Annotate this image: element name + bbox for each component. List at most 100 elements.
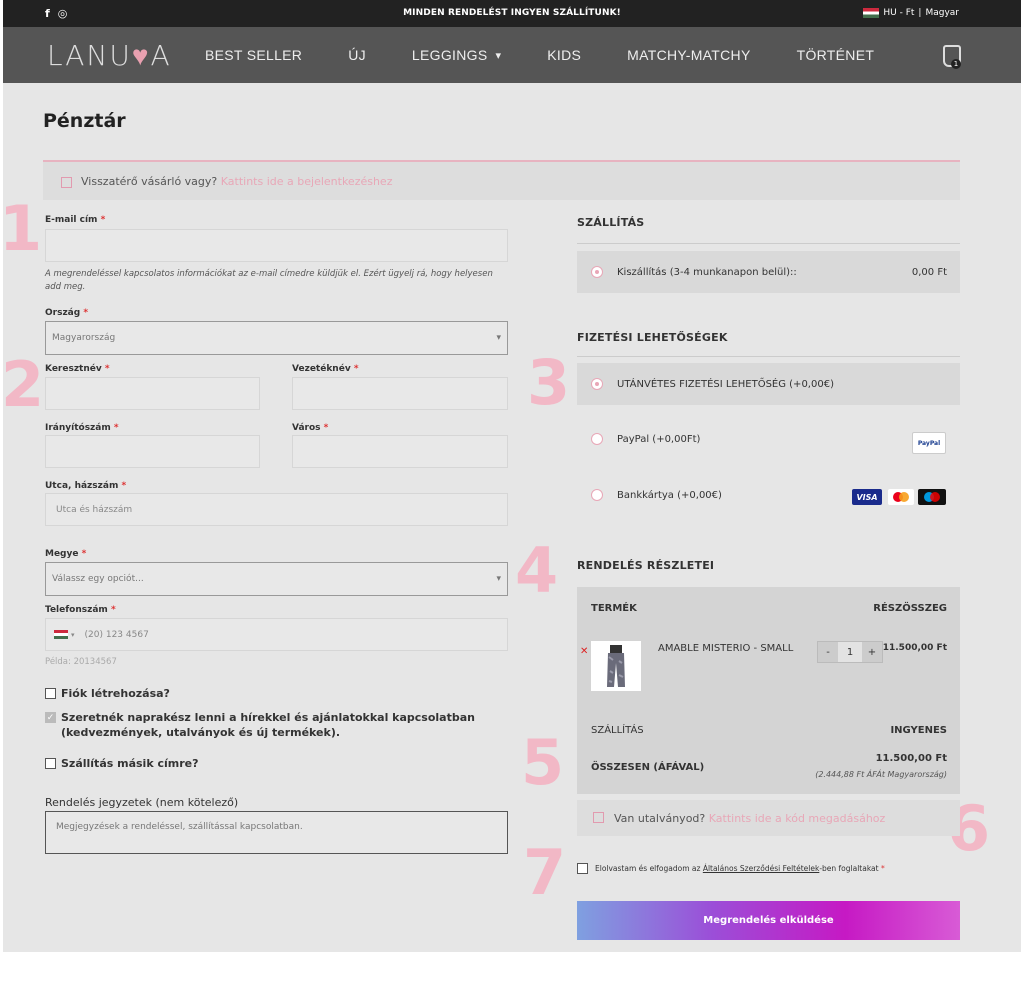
country-label-text: Ország — [45, 308, 81, 318]
product-name[interactable]: AMABLE MISTERIO - SMALL — [658, 643, 793, 654]
required-mark: * — [323, 423, 329, 433]
chevron-down-icon[interactable]: ▾ — [71, 631, 75, 639]
voucher-link[interactable]: Kattints ide a kód megadásához — [709, 812, 886, 825]
notes-label: Rendelés jegyzetek (nem kötelező) — [45, 796, 239, 809]
payment-radio-cod[interactable] — [591, 378, 603, 390]
payment-radio-paypal[interactable] — [591, 433, 603, 445]
nav-item-matchy[interactable]: MATCHY-MATCHY — [627, 47, 750, 63]
qty-value[interactable]: 1 — [838, 642, 862, 662]
county-label-text: Megye — [45, 549, 79, 559]
first-name-field[interactable] — [45, 377, 260, 410]
step-number-4: 4 — [515, 534, 559, 607]
tax-note: (2.444,88 Ft ÁFÁt Magyarország) — [815, 770, 947, 779]
create-account-label: Fiók létrehozása? — [61, 687, 170, 700]
payment-option-paypal-label[interactable]: PayPal (+0,00Ft) — [617, 434, 700, 445]
zip-label-text: Irányítószám — [45, 423, 111, 433]
required-mark: * — [104, 364, 110, 374]
calendar-icon — [61, 177, 72, 188]
product-price: 11.500,00 Ft — [882, 643, 947, 653]
logo[interactable]: LANU♥A — [47, 39, 172, 72]
zip-label: Irányítószám * — [45, 423, 119, 433]
nav-item-new[interactable]: ÚJ — [348, 47, 366, 63]
order-heading: RENDELÉS RÉSZLETEI — [577, 559, 715, 572]
total-value: 11.500,00 Ft — [875, 753, 947, 764]
first-name-label-text: Keresztnév — [45, 364, 102, 374]
hungary-flag-icon[interactable] — [54, 630, 68, 639]
required-mark: * — [880, 864, 885, 873]
subtotal-column-header: RÉSZÖSSZEG — [873, 603, 947, 614]
shipping-heading: SZÁLLÍTÁS — [577, 216, 645, 229]
currency-language: HU - Ft — [883, 8, 915, 18]
shipping-summary-value: INGYENES — [890, 725, 947, 736]
terms-link[interactable]: Általános Szerződési Feltételek — [703, 864, 820, 873]
shipping-option[interactable]: Kiszállítás (3-4 munkanapon belül):: 0,0… — [577, 251, 960, 293]
shipping-summary-label: SZÁLLÍTÁS — [591, 725, 644, 736]
order-notes-textarea[interactable]: Megjegyzések a rendeléssel, szállítással… — [45, 811, 508, 854]
newsletter-checkbox[interactable]: ✓ — [45, 712, 56, 723]
nav-item-best-seller[interactable]: BEST SELLER — [205, 47, 302, 63]
divider — [577, 356, 960, 357]
qty-minus-button[interactable]: - — [818, 642, 838, 662]
city-label-text: Város — [292, 423, 321, 433]
nav-item-kids[interactable]: KIDS — [547, 47, 581, 63]
county-select[interactable]: Válassz egy opciót... — [45, 562, 508, 596]
email-hint: A megrendeléssel kapcsolatos információk… — [45, 269, 493, 292]
phone-label-text: Telefonszám — [45, 605, 108, 615]
step-number-3: 3 — [527, 346, 571, 419]
country-select[interactable]: Magyarország — [45, 321, 508, 355]
page-frame: f ◎ MINDEN RENDELÉST INGYEN SZÁLLÍTUNK! … — [0, 0, 1021, 952]
payment-option-cod-label: UTÁNVÉTES FIZETÉSI LEHETŐSÉG (+0,00€) — [617, 378, 834, 390]
required-mark: * — [110, 605, 116, 615]
terms-option[interactable]: Elolvastam és elfogadom az Általános Sze… — [577, 863, 885, 874]
create-account-checkbox[interactable] — [45, 688, 56, 699]
newsletter-option[interactable]: ✓ Szeretnék naprakész lenni a hírekkel és… — [45, 710, 505, 740]
create-account-option[interactable]: Fiók létrehozása? — [45, 686, 170, 701]
nav-item-story[interactable]: TÖRTÉNET — [797, 47, 875, 63]
product-thumbnail[interactable] — [591, 641, 641, 691]
email-field[interactable] — [45, 229, 508, 262]
city-field[interactable] — [292, 435, 508, 468]
cart-count: 1 — [951, 59, 961, 69]
remove-item-icon[interactable]: ✕ — [580, 646, 588, 657]
ship-other-option[interactable]: Szállítás másik címre? — [45, 756, 198, 771]
phone-label: Telefonszám * — [45, 605, 116, 615]
phone-example: Példa: 20134567 — [45, 657, 117, 667]
chevron-down-icon: ▾ — [495, 49, 502, 62]
shipping-radio[interactable] — [591, 266, 603, 278]
returning-text: Visszatérő vásárló vagy? — [81, 174, 218, 188]
main-nav: LANU♥A BEST SELLER ÚJ LEGGINGS ▾ KIDS MAT… — [3, 27, 1021, 83]
voucher-notice: Van utalványod? Kattints ide a kód megad… — [577, 800, 960, 836]
zip-field[interactable] — [45, 435, 260, 468]
nav-item-leggings[interactable]: LEGGINGS ▾ — [412, 47, 501, 63]
email-label: E-mail cím * — [45, 215, 105, 225]
shipping-option-label: Kiszállítás (3-4 munkanapon belül):: — [617, 266, 797, 278]
terms-checkbox[interactable] — [577, 863, 588, 874]
ship-other-checkbox[interactable] — [45, 758, 56, 769]
submit-order-button[interactable]: Megrendelés elküldése — [577, 901, 960, 940]
city-label: Város * — [292, 423, 328, 433]
payment-radio-card[interactable] — [591, 489, 603, 501]
street-field[interactable]: Utca és házszám — [45, 493, 508, 526]
language-name: Magyar — [925, 8, 959, 18]
cart-icon[interactable]: 1 — [943, 45, 961, 69]
payment-option-cod[interactable]: UTÁNVÉTES FIZETÉSI LEHETŐSÉG (+0,00€) — [577, 363, 960, 405]
required-mark: * — [100, 215, 106, 225]
order-summary: TERMÉK RÉSZÖSSZEG ✕ AMABLE MISTERIO - SM… — [577, 587, 960, 794]
payment-heading: FIZETÉSI LEHETŐSÉGEK — [577, 331, 728, 344]
payment-option-card-label[interactable]: Bankkártya (+0,00€) — [617, 490, 722, 501]
phone-placeholder: (20) 123 4567 — [84, 629, 149, 640]
total-label: ÖSSZESEN (ÁFÁVAL) — [591, 762, 705, 773]
phone-field[interactable]: ▾ (20) 123 4567 — [45, 618, 508, 651]
street-label: Utca, házszám * — [45, 481, 126, 491]
login-link[interactable]: Kattints ide a bejelentkezéshez — [221, 175, 393, 188]
top-bar: f ◎ MINDEN RENDELÉST INGYEN SZÁLLÍTUNK! … — [3, 0, 1021, 27]
qty-plus-button[interactable]: + — [862, 642, 882, 662]
quantity-stepper[interactable]: - 1 + — [817, 641, 883, 663]
last-name-field[interactable] — [292, 377, 508, 410]
logo-text-start: LANU — [47, 39, 132, 72]
step-number-1: 1 — [0, 192, 43, 265]
step-number-5: 5 — [521, 726, 565, 799]
step-number-7: 7 — [523, 836, 567, 909]
language-switcher[interactable]: HU - Ft | Magyar — [863, 8, 959, 18]
nav-item-leggings-label: LEGGINGS — [411, 47, 488, 63]
